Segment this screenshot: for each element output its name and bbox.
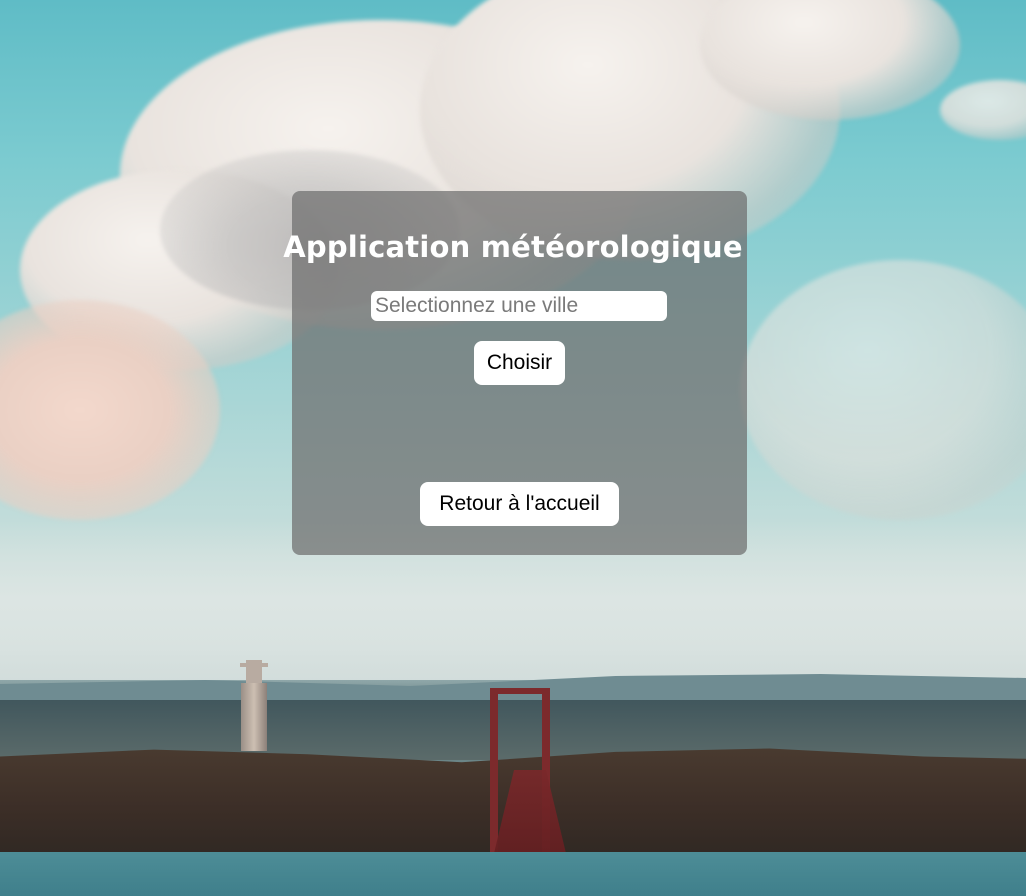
cloud (740, 260, 1026, 520)
statue-arms (240, 663, 268, 667)
city-search-input[interactable] (371, 291, 667, 321)
bridge-crossbeam (490, 688, 550, 694)
page-title: Application météorologique (283, 230, 743, 264)
cloud (940, 80, 1026, 140)
back-home-button[interactable]: Retour à l'accueil (420, 482, 619, 526)
choose-button[interactable]: Choisir (474, 341, 565, 385)
river (0, 852, 1026, 896)
statue-pedestal (241, 683, 267, 751)
bridge-tower (490, 688, 498, 868)
